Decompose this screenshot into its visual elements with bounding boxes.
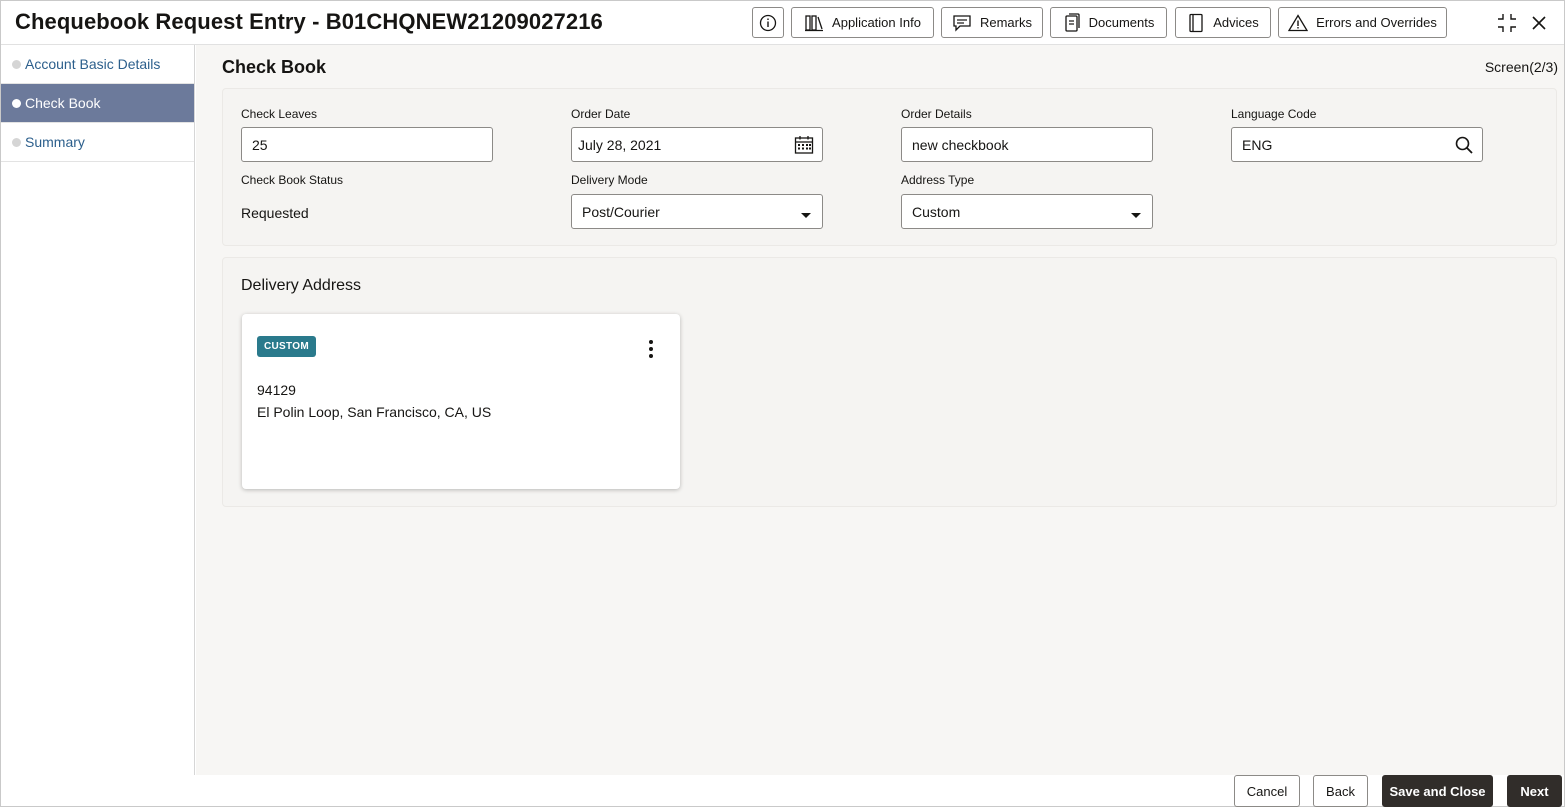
cancel-button[interactable]: Cancel (1234, 775, 1300, 807)
language-code-input[interactable]: ENG (1231, 127, 1483, 162)
order-date-input[interactable]: July 28, 2021 (571, 127, 823, 162)
order-details-value: new checkbook (912, 136, 1009, 153)
address-line-2: El Polin Loop, San Francisco, CA, US (257, 404, 492, 420)
info-button[interactable] (752, 7, 784, 38)
remarks-button[interactable]: Remarks (941, 7, 1043, 38)
address-type-label: Address Type (901, 173, 975, 187)
delivery-address-panel: Delivery Address CUSTOM 94129 El Polin L… (222, 257, 1557, 507)
sidebar-item-summary[interactable]: Summary (1, 123, 194, 162)
address-line-1: 94129 (257, 382, 296, 398)
main-content: Check Book Screen(2/3) Check Leaves 25 O… (196, 45, 1564, 775)
building-icon (805, 14, 824, 31)
more-options-icon[interactable] (646, 340, 656, 362)
application-info-label: Application Info (832, 15, 921, 30)
search-icon[interactable] (1454, 135, 1474, 158)
warning-icon (1288, 13, 1309, 31)
documents-button[interactable]: Documents (1050, 7, 1167, 38)
close-icon[interactable] (1527, 11, 1551, 35)
errors-overrides-label: Errors and Overrides (1316, 15, 1437, 30)
check-book-form-panel: Check Leaves 25 Order Date July 28, 2021… (222, 88, 1557, 246)
info-icon (759, 14, 777, 31)
back-button[interactable]: Back (1313, 775, 1368, 807)
documents-label: Documents (1088, 15, 1155, 30)
documents-icon (1064, 12, 1080, 32)
order-details-input[interactable]: new checkbook (901, 127, 1153, 162)
header-bar: Chequebook Request Entry - B01CHQNEW2120… (1, 1, 1564, 45)
calendar-icon[interactable] (794, 135, 814, 158)
collapse-icon[interactable] (1495, 11, 1519, 35)
address-type-badge: CUSTOM (257, 336, 316, 357)
order-date-label: Order Date (571, 107, 631, 121)
section-title: Check Book (222, 57, 327, 77)
check-book-status-label: Check Book Status (241, 173, 344, 187)
order-details-label: Order Details (901, 107, 972, 121)
remarks-label: Remarks (979, 15, 1032, 30)
delivery-address-title: Delivery Address (241, 277, 362, 294)
application-info-button[interactable]: Application Info (791, 7, 934, 38)
errors-overrides-button[interactable]: Errors and Overrides (1278, 7, 1447, 38)
address-card[interactable]: CUSTOM 94129 El Polin Loop, San Francisc… (242, 314, 680, 489)
notebook-icon (1189, 13, 1203, 32)
address-type-value: Custom (912, 203, 961, 220)
check-leaves-label: Check Leaves (241, 107, 318, 121)
sidebar-item-label: Check Book (25, 95, 101, 111)
advices-button[interactable]: Advices (1175, 7, 1271, 38)
sidebar-item-label: Account Basic Details (25, 56, 161, 72)
screen-indicator: Screen(2/3) (1484, 59, 1558, 75)
footer-bar: Cancel Back Save and Close Next (1, 775, 1564, 807)
language-code-value: ENG (1242, 136, 1273, 153)
delivery-mode-label: Delivery Mode (571, 173, 648, 187)
delivery-mode-select[interactable]: Post/Courier (571, 194, 823, 229)
check-leaves-input[interactable]: 25 (241, 127, 493, 162)
caret-down-icon (800, 207, 812, 223)
step-dot-icon (12, 60, 21, 69)
delivery-mode-value: Post/Courier (582, 203, 660, 220)
step-dot-icon (12, 99, 21, 108)
address-type-select[interactable]: Custom (901, 194, 1153, 229)
order-date-value: July 28, 2021 (578, 136, 662, 153)
advices-label: Advices (1213, 15, 1259, 30)
sidebar-item-check-book[interactable]: Check Book (1, 84, 194, 123)
step-dot-icon (12, 138, 21, 147)
sidebar-item-account-basic-details[interactable]: Account Basic Details (1, 45, 194, 84)
speech-bubble-icon (953, 14, 971, 32)
next-button[interactable]: Next (1507, 775, 1562, 807)
check-book-status-value: Requested (241, 205, 309, 221)
save-and-close-button[interactable]: Save and Close (1382, 775, 1493, 807)
language-code-label: Language Code (1231, 107, 1317, 121)
check-leaves-value: 25 (252, 136, 268, 153)
caret-down-icon (1130, 207, 1142, 223)
sidebar: Account Basic Details Check Book Summary (1, 45, 195, 775)
page-title: Chequebook Request Entry - B01CHQNEW2120… (15, 9, 603, 34)
sidebar-item-label: Summary (25, 134, 85, 150)
